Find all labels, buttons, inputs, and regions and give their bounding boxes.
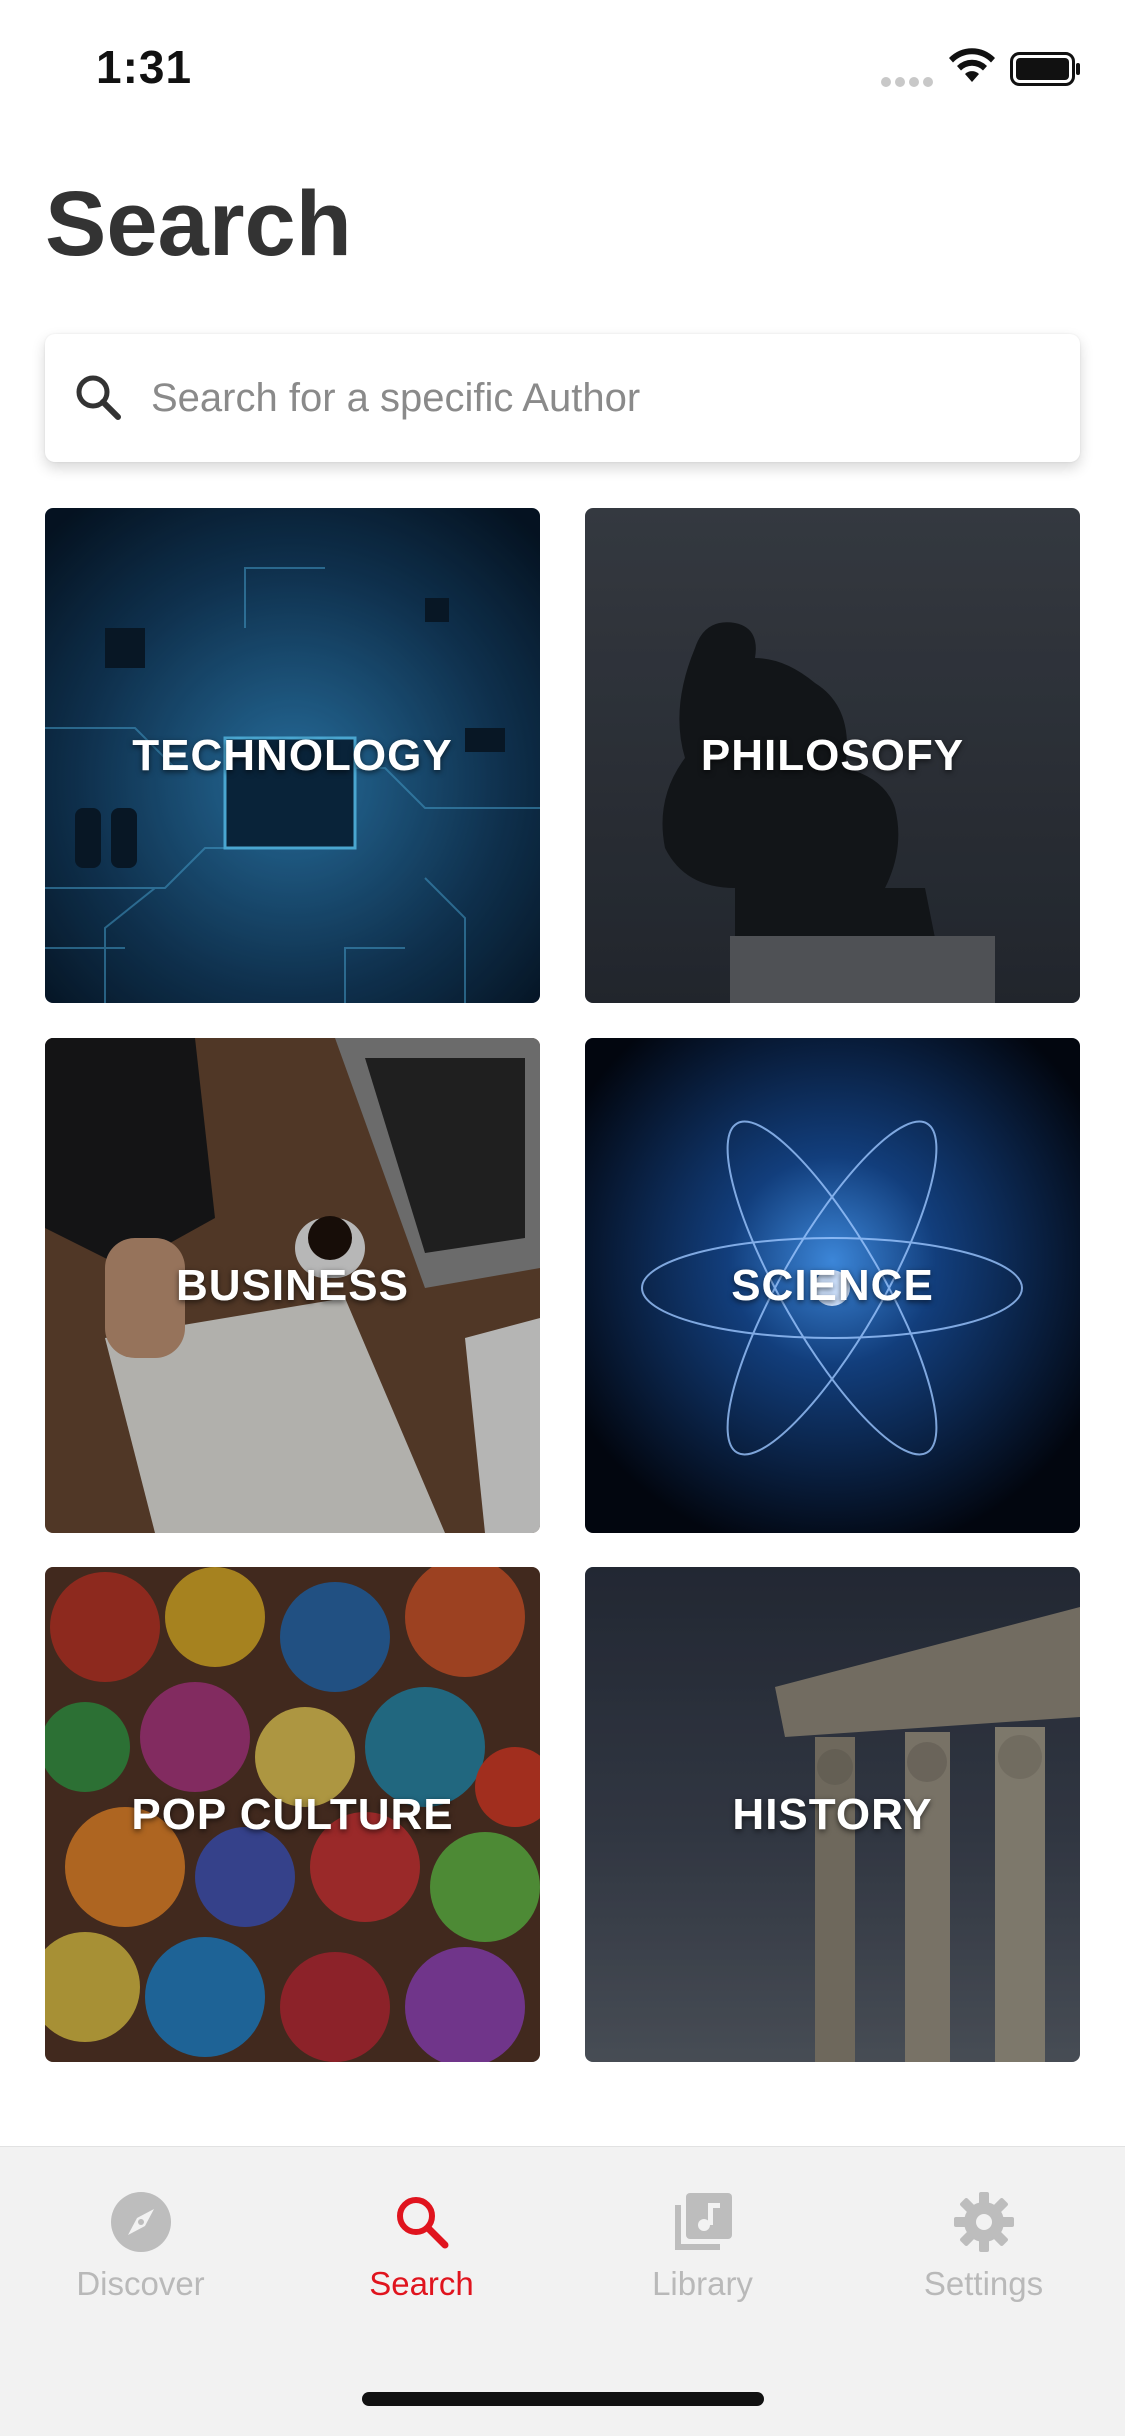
category-label: HISTORY: [732, 1789, 933, 1839]
library-icon: [670, 2189, 736, 2255]
search-icon: [389, 2189, 455, 2255]
status-bar: 1:31: [0, 0, 1125, 132]
tab-label: Settings: [923, 2265, 1044, 2302]
page-title: Search: [45, 173, 352, 275]
tab-library[interactable]: Library: [562, 2147, 843, 2317]
category-technology[interactable]: TECHNOLOGY: [45, 508, 540, 1003]
category-label: PHILOSOFY: [700, 730, 965, 780]
category-label: SCIENCE: [731, 1260, 934, 1310]
search-bar[interactable]: [45, 334, 1080, 462]
tab-search[interactable]: Search: [281, 2147, 562, 2317]
tab-settings[interactable]: Settings: [843, 2147, 1124, 2317]
category-philosofy[interactable]: PHILOSOFY: [585, 508, 1080, 1003]
tab-label: Library: [652, 2265, 753, 2302]
category-business[interactable]: BUSINESS: [45, 1038, 540, 1533]
battery-icon: [1010, 52, 1080, 86]
category-label: POP CULTURE: [131, 1789, 454, 1839]
category-label: BUSINESS: [176, 1260, 409, 1310]
search-icon: [76, 375, 121, 420]
category-pop-culture[interactable]: POP CULTURE: [45, 1567, 540, 2062]
cellular-signal-icon: [881, 77, 933, 87]
home-indicator: [362, 2392, 764, 2406]
author-search-input[interactable]: [151, 358, 1051, 438]
status-time: 1:31: [96, 41, 193, 93]
wifi-icon: [949, 48, 995, 82]
tab-discover[interactable]: Discover: [0, 2147, 281, 2317]
gear-icon: [951, 2189, 1017, 2255]
category-history[interactable]: HISTORY: [585, 1567, 1080, 2062]
category-science[interactable]: SCIENCE: [585, 1038, 1080, 1533]
tab-label: Discover: [76, 2265, 205, 2302]
compass-icon: [108, 2189, 174, 2255]
tab-label: Search: [369, 2265, 474, 2302]
category-label: TECHNOLOGY: [132, 730, 453, 780]
